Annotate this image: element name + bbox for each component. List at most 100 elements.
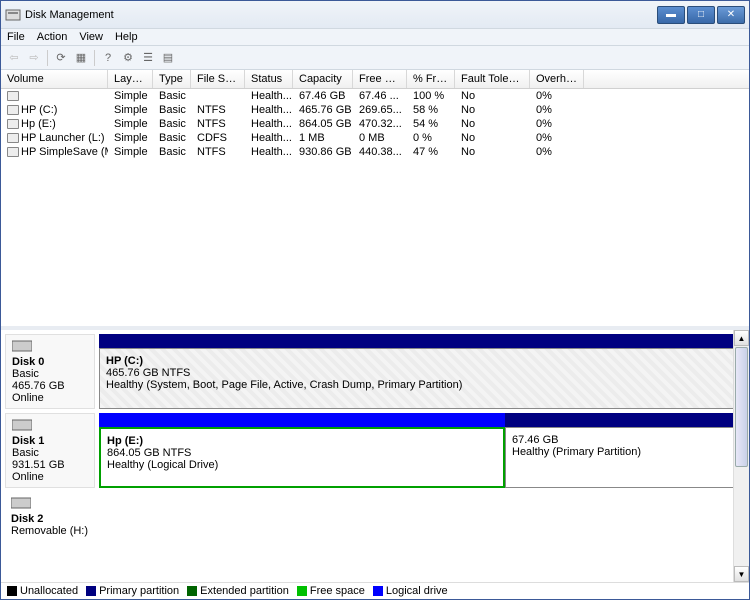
refresh-icon[interactable]: ⟳: [52, 49, 70, 67]
menu-file[interactable]: File: [7, 31, 25, 43]
disk-name: Disk 1: [12, 435, 88, 447]
cell-type: Basic: [153, 117, 191, 131]
partition-status: Healthy (Primary Partition): [512, 446, 738, 458]
partition-unnamed[interactable]: 67.46 GB Healthy (Primary Partition): [505, 427, 745, 488]
divider: [94, 50, 95, 66]
partition-info: 465.76 GB NTFS: [106, 367, 738, 379]
menu-action[interactable]: Action: [37, 31, 68, 43]
cell-capacity: 465.76 GB: [293, 103, 353, 117]
disk-status: Online: [12, 392, 44, 404]
cell-pct: 54 %: [407, 117, 455, 131]
menu-help[interactable]: Help: [115, 31, 138, 43]
col-overhead[interactable]: Overhe...: [530, 70, 584, 88]
legend-bar: Unallocated Primary partition Extended p…: [1, 582, 749, 599]
menu-view[interactable]: View: [79, 31, 103, 43]
cell-overhead: 0%: [530, 103, 584, 117]
settings-icon[interactable]: ⚙: [119, 49, 137, 67]
volume-row[interactable]: HP SimpleSave (M:)SimpleBasicNTFSHealth.…: [1, 145, 749, 159]
partition-strip: [505, 413, 745, 427]
cell-pct: 0 %: [407, 131, 455, 145]
partition-status: Healthy (Logical Drive): [107, 459, 497, 471]
col-volume[interactable]: Volume: [1, 70, 108, 88]
cell-fs: NTFS: [191, 117, 245, 131]
cell-status: Health...: [245, 117, 293, 131]
divider: [47, 50, 48, 66]
app-icon: [5, 7, 21, 23]
volume-name: HP SimpleSave (M:): [21, 146, 108, 158]
cell-layout: Simple: [108, 117, 153, 131]
scroll-up-icon[interactable]: ▲: [734, 330, 749, 346]
back-icon: ⇦: [5, 49, 23, 67]
cell-free: 269.65...: [353, 103, 407, 117]
disk-name: Disk 2: [11, 513, 89, 525]
cell-type: Basic: [153, 103, 191, 117]
col-free[interactable]: Free S...: [353, 70, 407, 88]
disk-2-block: Disk 2 Removable (H:): [5, 492, 745, 541]
disk-icon: [12, 423, 32, 435]
volume-row[interactable]: HP Launcher (L:)SimpleBasicCDFSHealth...…: [1, 131, 749, 145]
cell-fault: No: [455, 145, 530, 159]
cell-capacity: 930.86 GB: [293, 145, 353, 159]
disk-type: Basic: [12, 368, 39, 380]
legend-primary: Primary partition: [86, 585, 179, 597]
disk-1-label[interactable]: Disk 1 Basic 931.51 GB Online: [5, 413, 95, 488]
cell-type: Basic: [153, 145, 191, 159]
disk-name: Disk 0: [12, 356, 88, 368]
scroll-track[interactable]: [734, 468, 749, 566]
disk-0-label[interactable]: Disk 0 Basic 465.76 GB Online: [5, 334, 95, 409]
partition-hp-e[interactable]: Hp (E:) 864.05 GB NTFS Healthy (Logical …: [99, 427, 505, 488]
detail-icon[interactable]: ▤: [159, 49, 177, 67]
cell-fs: NTFS: [191, 103, 245, 117]
partition-info: 864.05 GB NTFS: [107, 447, 497, 459]
cell-fault: No: [455, 103, 530, 117]
partition-hp-c[interactable]: HP (C:) 465.76 GB NTFS Healthy (System, …: [99, 348, 745, 409]
help-icon[interactable]: ?: [99, 49, 117, 67]
partition-name: HP (C:): [106, 355, 738, 367]
disk-size: 931.51 GB: [12, 459, 65, 471]
scroll-down-icon[interactable]: ▼: [734, 566, 749, 582]
vertical-scrollbar[interactable]: ▲ ▼: [733, 330, 749, 582]
cell-fault: No: [455, 117, 530, 131]
cell-fault: No: [455, 89, 530, 103]
disk-type: Basic: [12, 447, 39, 459]
scroll-thumb[interactable]: [735, 347, 748, 467]
cell-fs: CDFS: [191, 131, 245, 145]
cell-pct: 47 %: [407, 145, 455, 159]
volume-row[interactable]: SimpleBasicHealth...67.46 GB67.46 ...100…: [1, 89, 749, 103]
col-fault[interactable]: Fault Tolera...: [455, 70, 530, 88]
titlebar[interactable]: Disk Management ▬ □ ✕: [1, 1, 749, 29]
partition-strip: [99, 413, 505, 427]
disk-status: Online: [12, 471, 44, 483]
col-filesys[interactable]: File Sys...: [191, 70, 245, 88]
properties-icon[interactable]: ▦: [72, 49, 90, 67]
cell-pct: 58 %: [407, 103, 455, 117]
minimize-button[interactable]: ▬: [657, 6, 685, 24]
cell-status: Health...: [245, 131, 293, 145]
cell-layout: Simple: [108, 131, 153, 145]
volume-name: HP Launcher (L:): [21, 132, 105, 144]
volume-name: Hp (E:): [21, 118, 56, 130]
disk-size: 465.76 GB: [12, 380, 65, 392]
col-layout[interactable]: Layout: [108, 70, 153, 88]
col-pctfree[interactable]: % Free: [407, 70, 455, 88]
col-status[interactable]: Status: [245, 70, 293, 88]
cell-fs: NTFS: [191, 145, 245, 159]
window-title: Disk Management: [25, 9, 657, 21]
col-type[interactable]: Type: [153, 70, 191, 88]
maximize-button[interactable]: □: [687, 6, 715, 24]
volume-row[interactable]: HP (C:)SimpleBasicNTFSHealth...465.76 GB…: [1, 103, 749, 117]
disk-2-label[interactable]: Disk 2 Removable (H:): [5, 492, 95, 541]
disk-0-block: Disk 0 Basic 465.76 GB Online HP (C:) 46…: [5, 334, 745, 409]
volume-icon: [7, 147, 19, 157]
volume-row[interactable]: Hp (E:)SimpleBasicNTFSHealth...864.05 GB…: [1, 117, 749, 131]
volume-list-pane: Volume Layout Type File Sys... Status Ca…: [1, 70, 749, 330]
list-icon[interactable]: ☰: [139, 49, 157, 67]
disk-icon: [12, 344, 32, 356]
partition-status: Healthy (System, Boot, Page File, Active…: [106, 379, 738, 391]
cell-status: Health...: [245, 89, 293, 103]
cell-fault: No: [455, 131, 530, 145]
cell-status: Health...: [245, 145, 293, 159]
col-capacity[interactable]: Capacity: [293, 70, 353, 88]
legend-extended: Extended partition: [187, 585, 289, 597]
close-button[interactable]: ✕: [717, 6, 745, 24]
